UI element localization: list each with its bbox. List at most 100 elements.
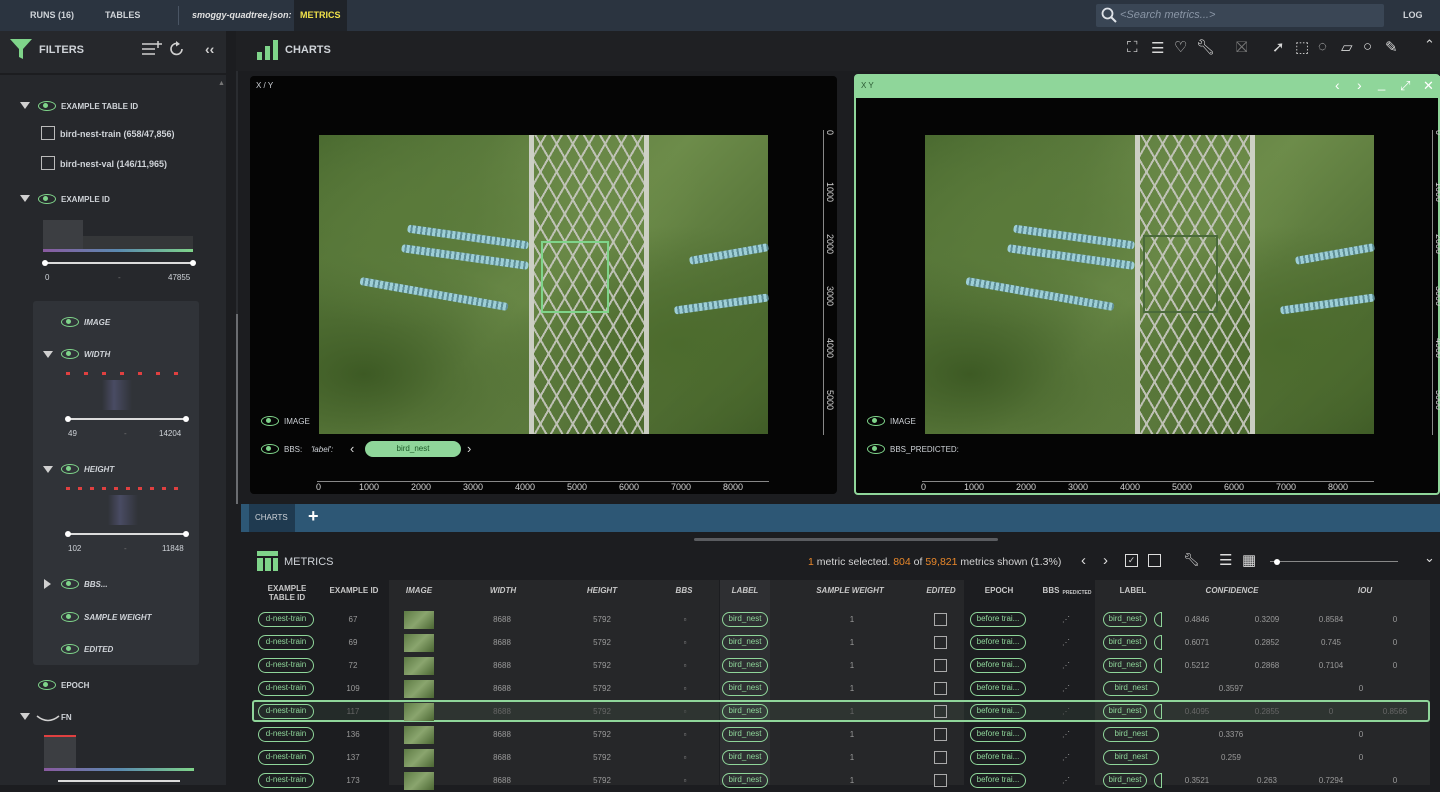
- edited-checkbox[interactable]: [934, 682, 947, 695]
- col-label[interactable]: LABEL: [722, 586, 768, 595]
- col-example-id[interactable]: EXAMPLE ID: [326, 586, 382, 595]
- rect-select-icon[interactable]: ⬚: [1295, 38, 1309, 56]
- edited-checkbox[interactable]: [934, 636, 947, 649]
- predicted-label-pill[interactable]: bird_nest: [1103, 681, 1159, 696]
- eye-closed-icon[interactable]: [36, 713, 60, 725]
- expand-icon[interactable]: ⤢: [1400, 78, 1410, 94]
- epoch-pill[interactable]: before trai...: [970, 612, 1026, 627]
- deselect-all-icon[interactable]: [1148, 554, 1161, 567]
- prev-page-icon[interactable]: ‹: [1081, 552, 1086, 569]
- label-pill[interactable]: bird_nest: [722, 773, 768, 788]
- fn-slider[interactable]: [58, 780, 180, 782]
- label-pill-overflow[interactable]: [1154, 658, 1162, 673]
- fit-icon[interactable]: ⛶: [1127, 39, 1138, 56]
- label-pill-overflow[interactable]: [1154, 704, 1162, 719]
- visibility-icon[interactable]: [61, 644, 79, 654]
- epoch-pill[interactable]: before trai...: [970, 750, 1026, 765]
- image-thumbnail[interactable]: [404, 680, 434, 698]
- col-example-table-id[interactable]: EXAMPLE TABLE ID: [262, 584, 312, 602]
- collapse-icon[interactable]: ⌃: [1424, 37, 1435, 53]
- image-thumbnail[interactable]: [404, 772, 434, 790]
- collapse-arrow-icon[interactable]: [43, 466, 53, 473]
- minimize-icon[interactable]: _: [1378, 76, 1385, 91]
- predicted-label-pill[interactable]: bird_nest: [1103, 704, 1147, 719]
- next-page-icon[interactable]: ›: [1103, 552, 1108, 569]
- visibility-icon[interactable]: [867, 416, 885, 426]
- bbs-predicted-icon[interactable]: ⋰: [1058, 776, 1074, 785]
- next-icon[interactable]: ›: [1357, 77, 1362, 93]
- clear-selection-icon[interactable]: ⛝: [1236, 39, 1247, 56]
- edited-checkbox[interactable]: [934, 613, 947, 626]
- label-pill[interactable]: bird_nest: [722, 704, 768, 719]
- bbs-icon[interactable]: ▫: [680, 730, 690, 739]
- image-thumbnail[interactable]: [404, 657, 434, 675]
- epoch-pill[interactable]: before trai...: [970, 727, 1026, 742]
- tab-metrics[interactable]: METRICS: [294, 0, 347, 31]
- select-all-icon[interactable]: ✓: [1125, 554, 1138, 567]
- prev-icon[interactable]: ‹: [350, 441, 354, 456]
- visibility-icon[interactable]: [61, 579, 79, 589]
- label-pill-overflow[interactable]: [1154, 773, 1162, 788]
- col-iou[interactable]: IOU: [1345, 586, 1385, 595]
- reset-icon[interactable]: [169, 41, 185, 57]
- predicted-label-pill[interactable]: bird_nest: [1103, 773, 1147, 788]
- height-slider[interactable]: [65, 531, 189, 537]
- example-id-slider[interactable]: [42, 260, 196, 266]
- predicted-label-pill[interactable]: bird_nest: [1103, 750, 1159, 765]
- tab-tables[interactable]: TABLES: [105, 0, 140, 31]
- edited-checkbox[interactable]: [934, 705, 947, 718]
- bounding-box[interactable]: [541, 241, 609, 313]
- image-thumbnail[interactable]: [404, 634, 434, 652]
- epoch-pill[interactable]: before trai...: [970, 681, 1026, 696]
- search-input[interactable]: <Search metrics...>: [1096, 4, 1384, 27]
- col-image[interactable]: IMAGE: [396, 586, 442, 595]
- table-id-pill[interactable]: d-nest-train: [258, 704, 314, 719]
- filter-settings-icon[interactable]: [141, 40, 163, 58]
- wrench-icon[interactable]: 🔧︎: [1183, 552, 1200, 568]
- col-width[interactable]: WIDTH: [478, 586, 528, 595]
- lasso-icon[interactable]: ◌: [1318, 38, 1327, 55]
- log-button[interactable]: LOG: [1403, 0, 1423, 31]
- col-bbs-predicted[interactable]: BBS: [1040, 586, 1062, 595]
- bbs-predicted-icon[interactable]: ⋰: [1058, 615, 1074, 624]
- collapse-arrow-icon[interactable]: [20, 713, 30, 720]
- label-pill[interactable]: bird_nest: [722, 658, 768, 673]
- col-bbs[interactable]: BBS: [666, 586, 702, 595]
- label-pill[interactable]: bird_nest: [722, 750, 768, 765]
- visibility-icon[interactable]: [38, 194, 56, 204]
- col-confidence[interactable]: CONFIDENCE: [1195, 586, 1269, 595]
- add-tab-button[interactable]: +: [308, 506, 319, 527]
- wrench-icon[interactable]: 🔧︎: [1196, 38, 1215, 56]
- bbs-predicted-icon[interactable]: ⋰: [1058, 730, 1074, 739]
- table-id-pill[interactable]: d-nest-train: [258, 681, 314, 696]
- collapse-sidebar-icon[interactable]: ‹‹: [205, 41, 214, 57]
- epoch-pill[interactable]: before trai...: [970, 658, 1026, 673]
- width-slider[interactable]: [65, 416, 189, 422]
- collapse-icon[interactable]: ⌄: [1424, 550, 1435, 566]
- col-epoch[interactable]: EPOCH: [976, 586, 1022, 595]
- next-icon[interactable]: ›: [467, 441, 471, 456]
- label-pill[interactable]: bird_nest: [722, 612, 768, 627]
- visibility-icon[interactable]: [61, 317, 79, 327]
- edited-checkbox[interactable]: [934, 728, 947, 741]
- col-height[interactable]: HEIGHT: [577, 586, 627, 595]
- visibility-icon[interactable]: [61, 612, 79, 622]
- image-thumbnail[interactable]: [404, 749, 434, 767]
- edited-checkbox[interactable]: [934, 774, 947, 787]
- circle-select-icon[interactable]: ○: [1363, 38, 1372, 55]
- epoch-pill[interactable]: before trai...: [970, 635, 1026, 650]
- visibility-icon[interactable]: [261, 416, 279, 426]
- bbs-icon[interactable]: ▫: [680, 638, 690, 647]
- bbs-predicted-icon[interactable]: ⋰: [1058, 661, 1074, 670]
- predicted-box[interactable]: [1143, 235, 1218, 313]
- col-sample-weight[interactable]: SAMPLE WEIGHT: [810, 586, 890, 595]
- predicted-label-pill[interactable]: bird_nest: [1103, 727, 1159, 742]
- visibility-icon[interactable]: [61, 349, 79, 359]
- visibility-icon[interactable]: [38, 680, 56, 690]
- table-id-pill[interactable]: d-nest-train: [258, 773, 314, 788]
- predicted-label-pill[interactable]: bird_nest: [1103, 612, 1147, 627]
- horizontal-scrollbar[interactable]: [694, 538, 998, 541]
- image-thumbnail[interactable]: [404, 726, 434, 744]
- table-id-pill[interactable]: d-nest-train: [258, 727, 314, 742]
- favorite-icon[interactable]: ♡: [1174, 38, 1187, 56]
